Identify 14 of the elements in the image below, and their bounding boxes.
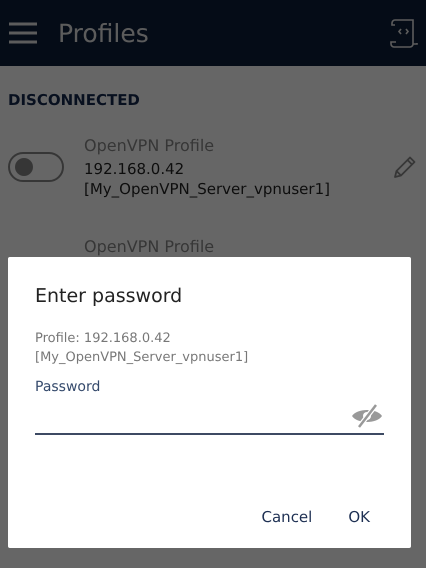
profile-label: Profile: 192.168.0.42	[35, 330, 172, 348]
field-label: Password	[35, 379, 102, 395]
app-title: Profiles	[58, 18, 150, 48]
pencil-icon[interactable]	[392, 154, 418, 180]
eye-crossed-icon[interactable]	[350, 404, 384, 428]
profile-address: 192.168.0.42 [My_OpenVPN_Server_vpnuser1]	[84, 158, 331, 198]
section-header: DISCONNECTED	[7, 90, 141, 111]
dialog-button[interactable]: OK	[334, 498, 384, 536]
scroll-code-icon[interactable]	[390, 18, 418, 48]
toggle-switch[interactable]	[8, 152, 64, 182]
dialog-button[interactable]: Cancel	[248, 498, 326, 536]
menu-icon[interactable]	[8, 22, 38, 44]
dialog-title: Enter password	[35, 285, 184, 307]
server-label: [My_OpenVPN_Server_vpnuser1]	[35, 349, 250, 367]
